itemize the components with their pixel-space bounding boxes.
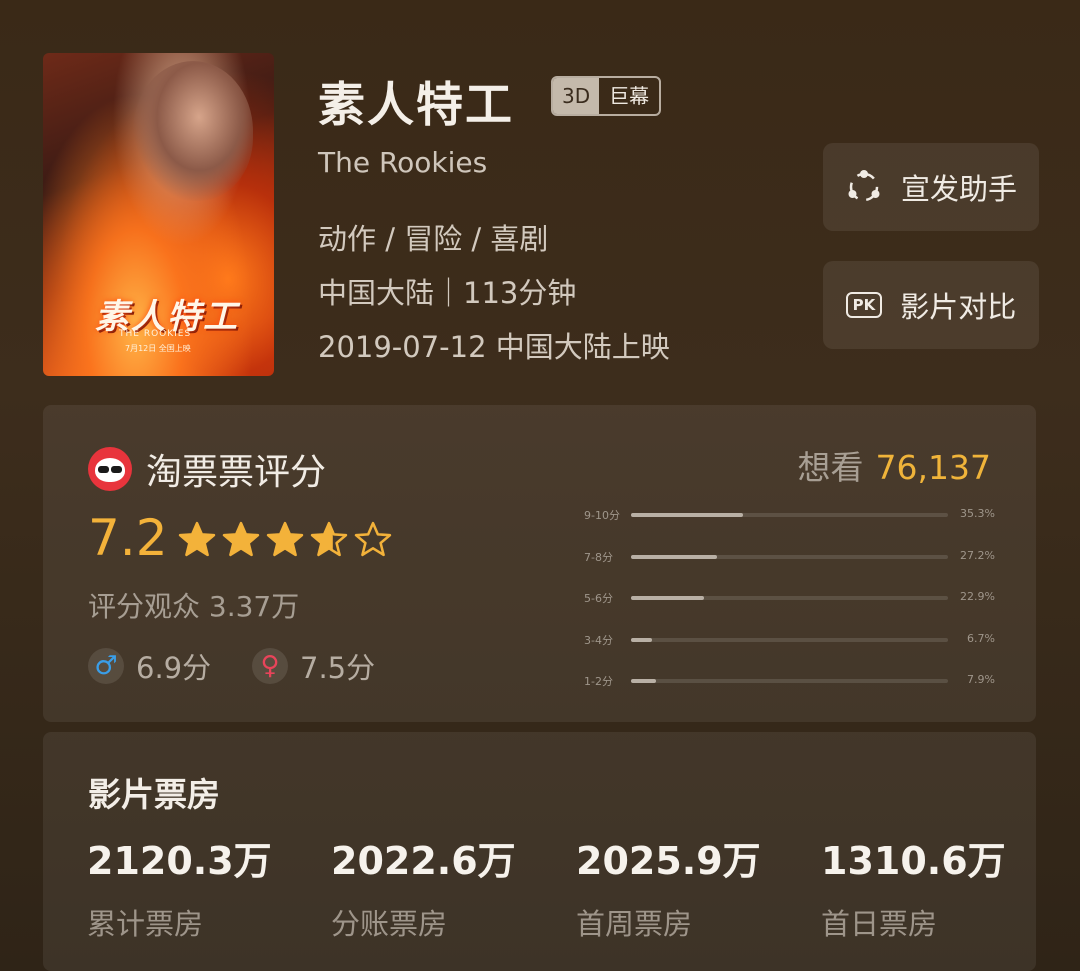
box-office-value: 1310.6万: [821, 839, 1006, 883]
promo-assistant-button[interactable]: 宣发助手: [823, 143, 1039, 231]
rater-count: 评分观众 3.37万: [88, 590, 300, 623]
want-count: 76,137: [875, 448, 991, 487]
female-rating: ♀ 7.5分: [252, 645, 375, 687]
english-title: The Rookies: [318, 146, 488, 179]
distribution-percent: 35.3%: [960, 507, 995, 520]
want-label: 想看: [797, 448, 864, 487]
distribution-percent: 7.9%: [967, 673, 995, 686]
want-to-see: 想看 76,137: [798, 441, 991, 489]
distribution-bar: [631, 513, 743, 517]
distribution-label: 7-8分: [584, 550, 613, 564]
box-office-first-day: 1310.6万 首日票房: [821, 830, 1006, 943]
star-icon: [310, 521, 348, 557]
distribution-row: 1-2分 7.9%: [584, 670, 995, 690]
film-compare-button[interactable]: PK 影片对比: [823, 261, 1039, 349]
distribution-label: 9-10分: [584, 509, 620, 522]
film-compare-label: 影片对比: [900, 290, 1017, 324]
male-score: 6.9分: [136, 651, 212, 685]
movie-poster[interactable]: 素人特工 THE ROOKIES 7月12日 全国上映: [43, 53, 274, 376]
distribution-track: [631, 513, 948, 517]
region-runtime: 中国大陆｜113分钟: [318, 276, 577, 310]
distribution-percent: 27.2%: [960, 548, 995, 562]
box-office-label: 首周票房: [576, 907, 693, 941]
box-office-split: 2022.6万 分账票房: [331, 830, 516, 943]
movie-title: 素人特工: [318, 78, 514, 133]
distribution-bar: [631, 637, 653, 642]
distribution-bar: [631, 679, 657, 683]
box-office-value: 2022.6万: [331, 839, 516, 883]
poster-subtitle: THE ROOKIES: [119, 329, 192, 339]
rating-header: 淘票票评分: [88, 443, 326, 495]
poster-face-art: [133, 61, 253, 201]
distribution-label: 1-2分: [584, 675, 613, 688]
distribution-percent: 22.9%: [960, 590, 995, 603]
male-icon: ♂: [88, 648, 124, 684]
box-office-label: 分账票房: [331, 907, 448, 941]
distribution-percent: 6.7%: [967, 631, 995, 645]
female-score: 7.5分: [300, 651, 376, 685]
distribution-label: 5-6分: [584, 592, 613, 605]
poster-date: 7月12日 全国上映: [125, 344, 191, 353]
rating-score: 7.2: [88, 509, 168, 567]
rating-title: 淘票票评分: [146, 452, 327, 493]
distribution-label: 3-4分: [584, 633, 613, 647]
rating-card: 淘票票评分 想看 76,137 7.2 评分观众 3.37万 ♂ 6.9分 ♀ 7…: [43, 405, 1036, 722]
distribution-bar: [631, 596, 704, 600]
distribution-track: [631, 596, 948, 600]
promo-assistant-label: 宣发助手: [900, 172, 1017, 206]
distribution-row: 9-10分 35.3%: [584, 504, 995, 524]
share-network-icon: [845, 168, 883, 206]
distribution-track: [631, 637, 948, 642]
box-office-label: 首日票房: [821, 907, 938, 941]
taopiaopiao-logo-icon: [88, 447, 132, 491]
release-date: 2019-07-12 中国大陆上映: [318, 330, 670, 364]
star-icon: [222, 521, 260, 557]
box-office-value: 2025.9万: [576, 839, 761, 883]
male-rating: ♂ 6.9分: [88, 645, 211, 687]
format-badge: 3D 巨幕: [551, 76, 662, 116]
distribution-bar: [631, 554, 718, 559]
star-icon: [266, 521, 304, 557]
box-office-label: 累计票房: [87, 907, 204, 941]
star-icon: [354, 521, 392, 557]
female-icon: ♀: [252, 648, 288, 684]
star-rating: [177, 521, 393, 557]
box-office-title: 影片票房: [88, 775, 220, 814]
box-office-value: 2120.3万: [87, 839, 272, 883]
distribution-row: 7-8分 27.2%: [584, 546, 995, 566]
genres: 动作 / 冒险 / 喜剧: [318, 222, 549, 256]
box-office-card: 影片票房 2120.3万 累计票房 2022.6万 分账票房 2025.9万 首…: [43, 732, 1036, 971]
box-office-first-week: 2025.9万 首周票房: [576, 830, 761, 943]
pk-icon: PK: [845, 292, 883, 318]
distribution-row: 5-6分 22.9%: [584, 587, 995, 607]
star-icon: [178, 521, 216, 557]
badge-imax: 巨幕: [609, 84, 650, 108]
distribution-row: 3-4分 6.7%: [584, 629, 995, 649]
badge-3d: 3D: [553, 78, 600, 114]
box-office-total: 2120.3万 累计票房: [87, 830, 272, 943]
distribution-track: [631, 679, 948, 683]
distribution-track: [631, 554, 948, 559]
